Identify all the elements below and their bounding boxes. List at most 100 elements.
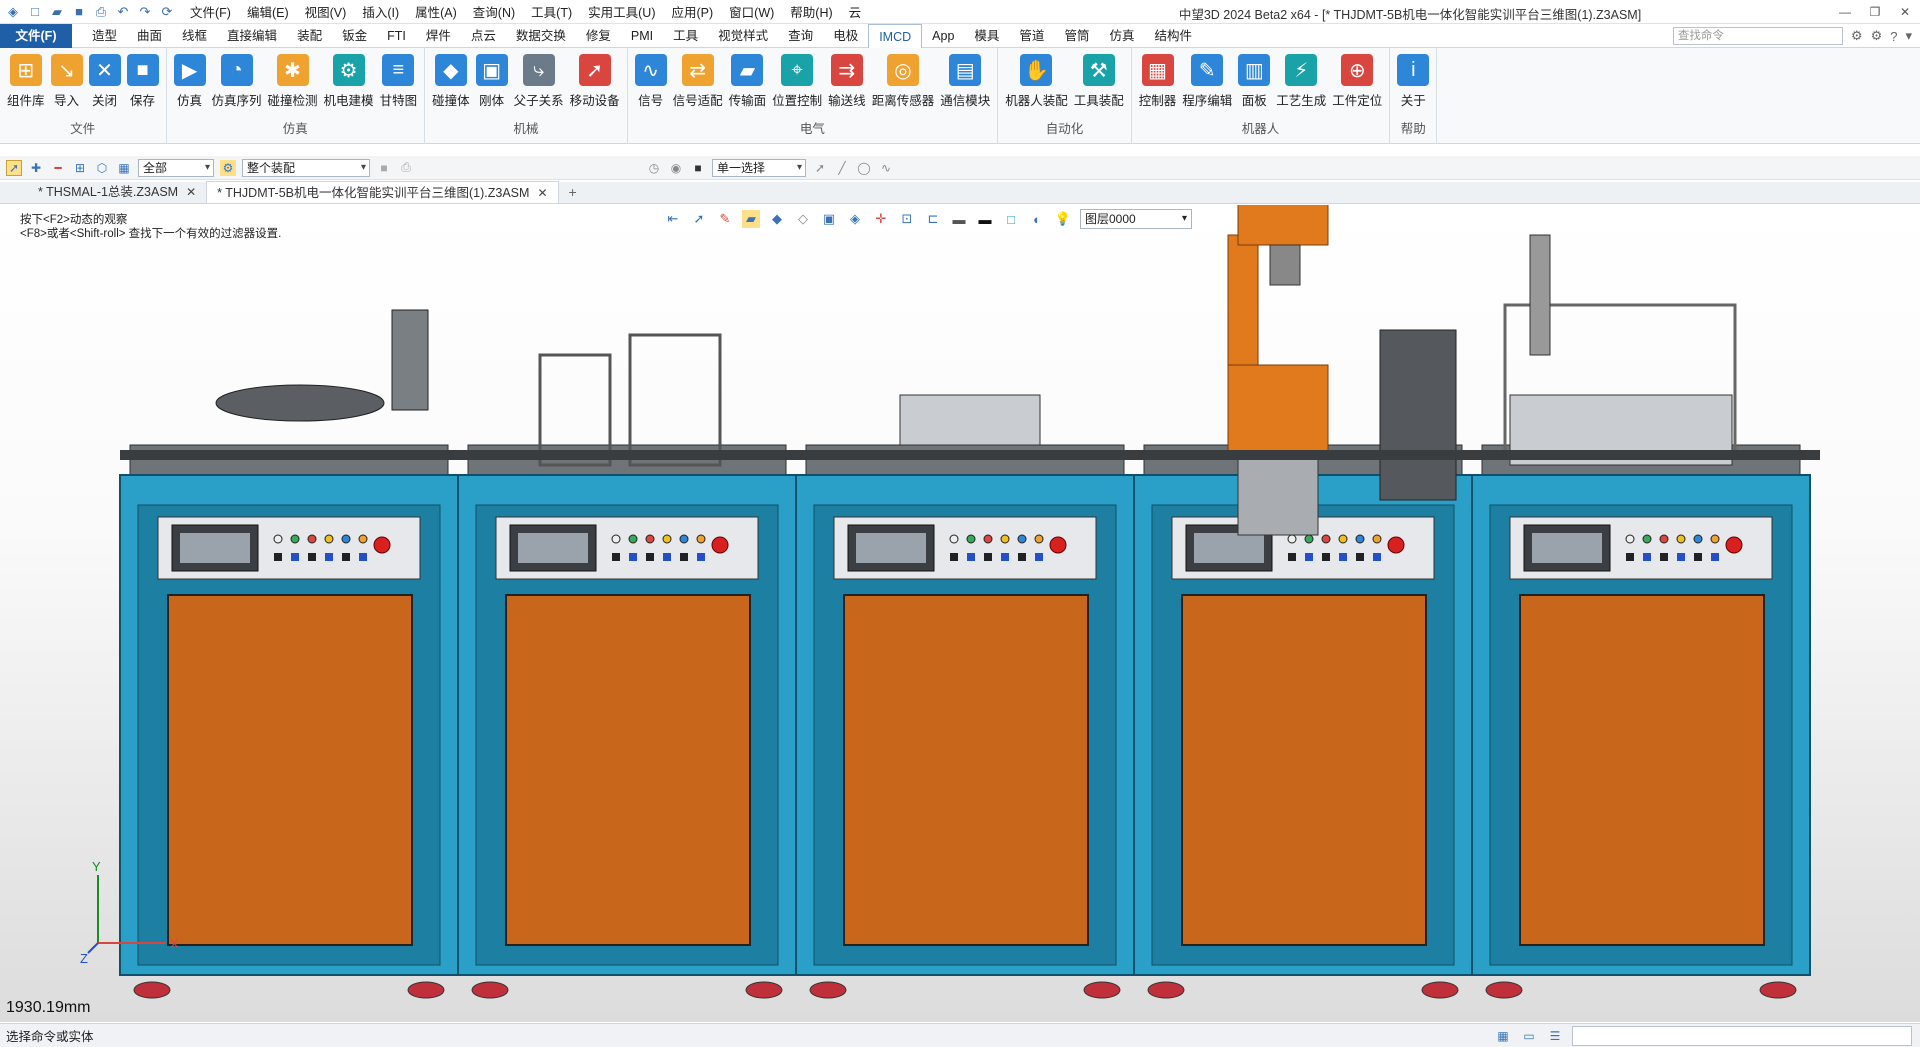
- ribbon-button[interactable]: ∿ 信号: [632, 52, 670, 120]
- record-icon[interactable]: ◉: [668, 160, 684, 176]
- new-tab-icon[interactable]: +: [559, 181, 587, 203]
- curve-icon[interactable]: ∿: [878, 160, 894, 176]
- ribbon-tab[interactable]: 视觉样式: [708, 24, 778, 48]
- help-icon[interactable]: ?: [1890, 29, 1897, 44]
- ribbon-button[interactable]: ⊕ 工件定位: [1329, 52, 1385, 120]
- filter-select[interactable]: 全部: [138, 158, 214, 177]
- save-filter-icon[interactable]: ■: [376, 160, 392, 176]
- ribbon-tab[interactable]: 直接编辑: [217, 24, 287, 48]
- ribbon-button[interactable]: ≡ 甘特图: [377, 52, 421, 120]
- ribbon-tab[interactable]: 工具: [663, 24, 708, 48]
- print-icon[interactable]: ⎙: [92, 3, 110, 21]
- circle-icon[interactable]: ◯: [856, 160, 872, 176]
- ribbon-button[interactable]: ➚ 移动设备: [567, 52, 623, 120]
- ribbon-button[interactable]: ▥ 面板: [1235, 52, 1273, 120]
- menu-item[interactable]: 文件(F): [182, 2, 239, 21]
- filter-icon[interactable]: ▦: [116, 160, 132, 176]
- ribbon-tab[interactable]: 造型: [82, 24, 127, 48]
- ribbon-button[interactable]: i 关于: [1394, 52, 1432, 120]
- ribbon-button[interactable]: ⤷ 父子关系: [511, 52, 567, 120]
- menu-item[interactable]: 帮助(H): [782, 2, 840, 21]
- ribbon-tab[interactable]: 电极: [823, 24, 868, 48]
- restore-icon[interactable]: ❐: [1860, 0, 1890, 24]
- ribbon-button[interactable]: ↘ 导入: [48, 52, 86, 120]
- print-filter-icon[interactable]: ⎙: [398, 160, 414, 176]
- ribbon-tab[interactable]: 钣金: [332, 24, 377, 48]
- ribbon-button[interactable]: ✕ 关闭: [86, 52, 124, 120]
- refresh-icon[interactable]: ⟳: [158, 3, 176, 21]
- menu-item[interactable]: 云: [841, 2, 870, 21]
- minimize-icon[interactable]: —: [1830, 0, 1860, 24]
- menu-item[interactable]: 窗口(W): [721, 2, 782, 21]
- close-icon[interactable]: ✕: [1890, 0, 1920, 24]
- settings-icon[interactable]: ⚙: [1851, 28, 1863, 44]
- ribbon-button[interactable]: ◎ 距离传感器: [869, 52, 938, 120]
- ribbon-tab[interactable]: 修复: [576, 24, 621, 48]
- save-icon[interactable]: ■: [70, 3, 88, 21]
- ribbon-tab[interactable]: 数据交换: [506, 24, 576, 48]
- ribbon-tab[interactable]: 仿真: [1099, 24, 1144, 48]
- ribbon-tab[interactable]: 管道: [1009, 24, 1054, 48]
- ribbon-button[interactable]: ✋ 机器人装配: [1002, 52, 1071, 120]
- select-arrow-icon[interactable]: ➚: [6, 159, 22, 176]
- ribbon-tab[interactable]: 结构件: [1144, 24, 1202, 48]
- ribbon-button[interactable]: ✎ 程序编辑: [1179, 52, 1235, 120]
- 3d-viewport[interactable]: 按下<F2>动态的观察 <F8>或者<Shift-roll> 查找下一个有效的过…: [0, 205, 1920, 1022]
- ribbon-button[interactable]: ⚡ 工艺生成: [1273, 52, 1329, 120]
- gear-dropdown-icon[interactable]: ⚙: [1871, 28, 1883, 44]
- remove-icon[interactable]: ━: [50, 160, 66, 176]
- status-input[interactable]: [1572, 1026, 1912, 1046]
- ribbon-tab[interactable]: App: [922, 24, 964, 48]
- menu-item[interactable]: 属性(A): [407, 2, 465, 21]
- menu-item[interactable]: 应用(P): [663, 2, 721, 21]
- ribbon-tab[interactable]: IMCD: [868, 23, 923, 49]
- ribbon-button[interactable]: ▰ 传输面: [726, 52, 770, 120]
- ribbon-button[interactable]: ▶ 仿真: [171, 52, 209, 120]
- close-tab-icon[interactable]: ✕: [537, 182, 547, 204]
- polygon-select-icon[interactable]: ⬡: [94, 160, 110, 176]
- command-search-input[interactable]: 查找命令: [1672, 27, 1843, 45]
- stop-icon[interactable]: ■: [690, 160, 706, 176]
- document-tab[interactable]: * THSMAL-1总装.Z3ASM ✕: [28, 181, 206, 203]
- redo-icon[interactable]: ↷: [136, 3, 154, 21]
- ribbon-button[interactable]: ▣ 刚体: [473, 52, 511, 120]
- status-grid-icon[interactable]: ▦: [1494, 1027, 1512, 1045]
- ribbon-button[interactable]: ◔ 仿真序列: [209, 52, 265, 120]
- ribbon-button[interactable]: ▤ 通信模块: [937, 52, 993, 120]
- ribbon-tab[interactable]: 线框: [172, 24, 217, 48]
- ribbon-tab[interactable]: 管筒: [1054, 24, 1099, 48]
- menu-item[interactable]: 查询(N): [465, 2, 523, 21]
- file-menu-tab[interactable]: 文件(F): [0, 23, 72, 48]
- menu-item[interactable]: 实用工具(U): [580, 2, 663, 21]
- add-icon[interactable]: ✚: [28, 160, 44, 176]
- ribbon-button[interactable]: ⚒ 工具装配: [1071, 52, 1127, 120]
- ribbon-button[interactable]: ⇉ 输送线: [825, 52, 869, 120]
- ribbon-button[interactable]: ⚙ 机电建模: [321, 52, 377, 120]
- ribbon-button[interactable]: ⌖ 位置控制: [769, 52, 825, 120]
- assembly-model[interactable]: [0, 205, 1920, 1022]
- ribbon-tab[interactable]: 装配: [287, 24, 332, 48]
- ribbon-tab[interactable]: FTI: [377, 24, 416, 48]
- ribbon-tab[interactable]: PMI: [621, 24, 663, 48]
- status-list-icon[interactable]: ☰: [1546, 1027, 1564, 1045]
- ribbon-tab[interactable]: 曲面: [127, 24, 172, 48]
- undo-icon[interactable]: ↶: [114, 3, 132, 21]
- menu-item[interactable]: 编辑(E): [239, 2, 297, 21]
- ribbon-button[interactable]: ✱ 碰撞检测: [265, 52, 321, 120]
- pick-icon[interactable]: ➚: [812, 160, 828, 176]
- ribbon-tab[interactable]: 查询: [778, 24, 823, 48]
- scope-select[interactable]: 整个装配: [242, 158, 370, 177]
- ribbon-button[interactable]: ⇄ 信号适配: [670, 52, 726, 120]
- menu-item[interactable]: 工具(T): [523, 2, 580, 21]
- status-screen-icon[interactable]: ▭: [1520, 1027, 1538, 1045]
- close-tab-icon[interactable]: ✕: [186, 181, 196, 203]
- open-folder-icon[interactable]: ▰: [48, 3, 66, 21]
- new-file-icon[interactable]: □: [26, 3, 44, 21]
- ribbon-tab[interactable]: 模具: [964, 24, 1009, 48]
- box-select-icon[interactable]: ⊞: [72, 160, 88, 176]
- menu-item[interactable]: 视图(V): [297, 2, 355, 21]
- help-dropdown-icon[interactable]: ▾: [1905, 28, 1912, 44]
- history-icon[interactable]: ◷: [646, 160, 662, 176]
- ribbon-button[interactable]: ▦ 控制器: [1136, 52, 1180, 120]
- assembly-scope-icon[interactable]: ⚙: [220, 159, 236, 176]
